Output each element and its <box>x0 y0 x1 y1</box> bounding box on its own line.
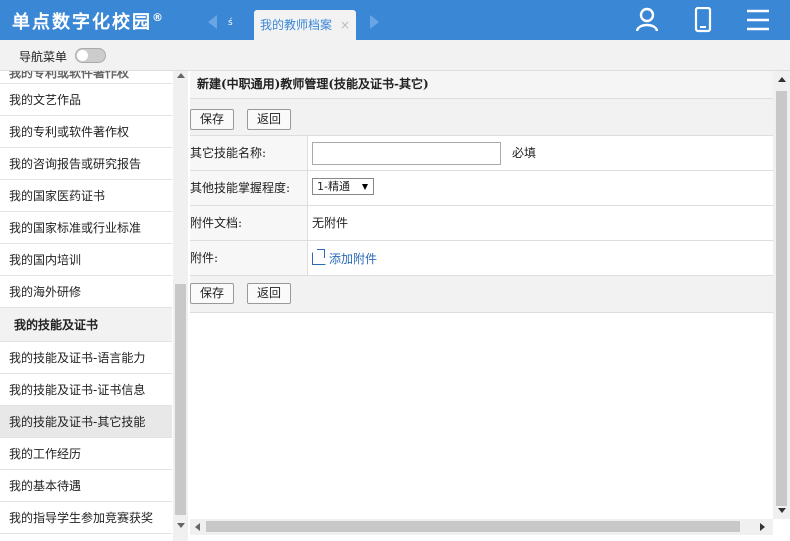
required-label: 必填 <box>512 146 537 160</box>
registered-mark: ® <box>152 11 165 24</box>
mastery-select-value: 1-精通 <box>317 180 350 193</box>
nav-menu-toggle[interactable] <box>75 48 106 63</box>
sidebar-item[interactable]: 我的技能及证书-证书信息 <box>0 374 172 406</box>
scroll-up-icon[interactable] <box>177 73 185 78</box>
skill-name-input[interactable] <box>312 142 501 165</box>
app-logo-text: 单点数字化校园 <box>12 12 152 33</box>
app-logo: 单点数字化校园® <box>12 8 165 34</box>
document-row: 附件文档: 无附件 <box>190 206 773 241</box>
sidebar-item[interactable]: 我的技能及证书-语言能力 <box>0 342 172 374</box>
main-vertical-scrollbar[interactable] <box>773 71 790 519</box>
sidebar-item[interactable]: 我的国家标准或行业标准 <box>0 212 172 244</box>
sidebar-item[interactable]: 我的国家医药证书 <box>0 180 172 212</box>
nav-toggle-row: 导航菜单 <box>0 40 790 71</box>
main-horizontal-scrollbar[interactable] <box>190 519 773 535</box>
tab-prev-label[interactable]: ś <box>228 18 233 28</box>
document-value: 无附件 <box>312 216 349 230</box>
top-bar: 单点数字化校园® ś 我的教师档案 × <box>0 0 790 40</box>
main-horizontal-thumb[interactable] <box>206 521 740 532</box>
scroll-right-icon[interactable] <box>760 523 765 531</box>
sidebar-scroll-thumb[interactable] <box>175 284 186 515</box>
page-title: 新建(中职通用)教师管理(技能及证书-其它) <box>190 71 773 99</box>
scroll-left-icon[interactable] <box>195 523 200 531</box>
top-button-bar: 保存 返回 <box>190 99 773 136</box>
menu-icon[interactable] <box>745 7 771 33</box>
sidebar-item[interactable]: 我的技能及证书-其它技能 <box>0 406 172 438</box>
tab-next-arrow-icon[interactable] <box>370 15 379 29</box>
mastery-label: 其他技能掌握程度: <box>190 171 308 205</box>
skill-name-label: 其它技能名称: <box>190 136 308 170</box>
sidebar-item[interactable]: 我的咨询报告或研究报告 <box>0 148 172 180</box>
add-attachment-text: 添加附件 <box>329 252 378 266</box>
scroll-down-icon[interactable] <box>177 523 185 528</box>
chevron-down-icon <box>362 184 368 190</box>
sidebar-item[interactable]: 我的国内培训 <box>0 244 172 276</box>
mastery-row: 其他技能掌握程度: 1-精通 <box>190 171 773 206</box>
back-button-bottom[interactable]: 返回 <box>247 283 292 304</box>
save-button-bottom[interactable]: 保存 <box>190 283 235 304</box>
main-panel: 新建(中职通用)教师管理(技能及证书-其它) 保存 返回 其它技能名称: 必填 … <box>190 71 773 519</box>
sidebar-scrollbar[interactable] <box>173 71 188 541</box>
sidebar-item[interactable]: 我的工作经历 <box>0 438 172 470</box>
toggle-knob <box>77 50 88 61</box>
add-attachment-icon <box>312 249 326 265</box>
main-vertical-thumb[interactable] <box>776 91 787 506</box>
tab-close-icon[interactable]: × <box>340 10 350 40</box>
mobile-icon[interactable] <box>690 7 716 33</box>
user-icon[interactable] <box>634 7 660 33</box>
back-button[interactable]: 返回 <box>247 109 292 130</box>
bottom-button-bar: 保存 返回 <box>190 276 773 313</box>
sidebar-item[interactable]: 我的文艺作品 <box>0 84 172 116</box>
tab-teacher-profile[interactable]: 我的教师档案 × <box>254 10 356 40</box>
sidebar-group[interactable]: 我的技能及证书 <box>0 308 172 342</box>
attachment-row: 附件: 添加附件 <box>190 241 773 276</box>
nav-toggle-label: 导航菜单 <box>19 50 68 64</box>
scroll-up-icon[interactable] <box>778 77 786 82</box>
tab-prev-arrow-icon[interactable] <box>208 15 217 29</box>
sidebar-item[interactable]: 我的海外研修 <box>0 276 172 308</box>
scroll-down-icon[interactable] <box>778 508 786 513</box>
sidebar-item[interactable]: 我的基本待遇 <box>0 470 172 502</box>
document-label: 附件文档: <box>190 206 308 240</box>
sidebar-list: 我的文艺作品 我的专利或软件著作权 我的咨询报告或研究报告 我的国家医药证书 我的国家标… <box>0 84 172 534</box>
sidebar-item[interactable]: 我的指导学生参加竞赛获奖 <box>0 502 172 534</box>
sidebar-item-cut[interactable]: 我的专利或软件著作权 <box>0 71 172 84</box>
skill-name-row: 其它技能名称: 必填 <box>190 136 773 171</box>
add-attachment-link[interactable]: 添加附件 <box>312 241 377 277</box>
save-button[interactable]: 保存 <box>190 109 235 130</box>
sidebar: 我的专利或软件著作权 我的文艺作品 我的专利或软件著作权 我的咨询报告或研究报告 我的… <box>0 71 172 541</box>
tab-label: 我的教师档案 <box>260 18 333 32</box>
attachment-label: 附件: <box>190 241 308 275</box>
mastery-select[interactable]: 1-精通 <box>312 178 374 195</box>
sidebar-item[interactable]: 我的专利或软件著作权 <box>0 116 172 148</box>
